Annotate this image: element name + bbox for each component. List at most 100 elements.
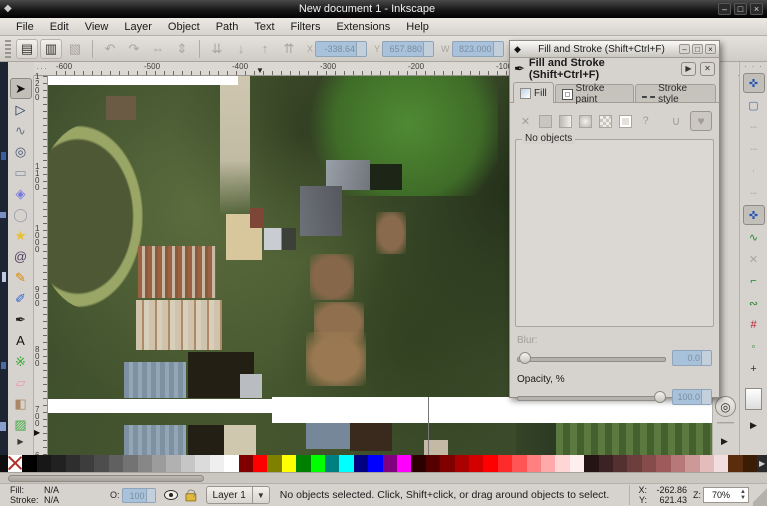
palette-swatch[interactable] [411, 455, 425, 472]
snap-centers-icon[interactable]: ◦ [743, 337, 765, 357]
rotate-ccw-button[interactable]: ↶ [99, 39, 121, 59]
dialog-minimize-button[interactable]: – [679, 44, 690, 54]
palette-swatch[interactable] [66, 455, 80, 472]
flat-color-button[interactable] [537, 113, 554, 130]
tab-fill[interactable]: Fill [513, 82, 554, 103]
palette-swatch[interactable] [599, 455, 613, 472]
blur-value-field[interactable]: 0.0 [672, 350, 712, 366]
opacity-value-field[interactable]: 100.0 [672, 389, 712, 405]
layer-dropdown[interactable]: Layer 1 ▼ [206, 486, 270, 504]
palette-swatch[interactable] [339, 455, 353, 472]
palette-swatch[interactable] [656, 455, 670, 472]
text-tool[interactable]: A [10, 330, 32, 351]
deselect-button[interactable]: ▧ [64, 39, 86, 59]
gradient-tool[interactable]: ▨ [10, 414, 32, 435]
x-field[interactable]: -338.64 [315, 41, 367, 57]
bezier-pen-tool[interactable]: ✐ [10, 288, 32, 309]
horizontal-scrollbar[interactable] [0, 472, 767, 483]
fill-rule-nonzero-button[interactable]: ♥ [690, 111, 712, 131]
palette-swatch[interactable] [700, 455, 714, 472]
snap-text-baseline-icon[interactable]: # [743, 315, 765, 335]
palette-swatch[interactable] [671, 455, 685, 472]
blur-slider[interactable] [517, 352, 666, 364]
close-button[interactable]: × [750, 3, 763, 15]
snap-cusp-nodes-icon[interactable]: ⌐ [743, 271, 765, 291]
palette-swatch[interactable] [210, 455, 224, 472]
star-tool[interactable]: ★ [10, 225, 32, 246]
rectangle-tool[interactable]: ▭ [10, 162, 32, 183]
menu-edit[interactable]: Edit [42, 20, 77, 34]
dialog-header-close-button[interactable]: ✕ [700, 62, 715, 76]
selector-tool[interactable]: ➤ [10, 78, 32, 99]
tab-stroke-style[interactable]: Stroke style [635, 84, 716, 102]
palette-scroll-arrow[interactable]: ▶ [757, 455, 767, 472]
zoom-level-field[interactable]: 70%▲▼ [703, 487, 749, 503]
snap-path-intersections-icon[interactable]: ✕ [743, 249, 765, 269]
dialog-title-bar[interactable]: ◆ Fill and Stroke (Shift+Ctrl+F) – □ × [510, 41, 719, 58]
sticky-zoom-button[interactable]: ◎ [715, 396, 736, 417]
palette-swatch[interactable] [354, 455, 368, 472]
palette-swatch[interactable] [80, 455, 94, 472]
dialog-menu-button[interactable]: ▶ [681, 62, 696, 76]
snapbar-grip[interactable]: · · · [744, 62, 763, 72]
snap-paths-icon[interactable]: ∿ [743, 227, 765, 247]
menu-layer[interactable]: Layer [116, 20, 160, 34]
menu-help[interactable]: Help [398, 20, 437, 34]
palette-swatch[interactable] [685, 455, 699, 472]
palette-swatch[interactable] [181, 455, 195, 472]
palette-swatch[interactable] [541, 455, 555, 472]
snapbar-scroll-thumb[interactable] [745, 388, 762, 410]
palette-swatch[interactable] [743, 455, 757, 472]
palette-swatch[interactable] [584, 455, 598, 472]
maximize-button[interactable]: □ [734, 3, 747, 15]
select-all-button[interactable]: ▤ [16, 39, 38, 59]
dialog-maximize-button[interactable]: □ [692, 44, 703, 54]
palette-swatch[interactable] [642, 455, 656, 472]
toolbox-overflow-arrow[interactable]: ▶ [17, 437, 23, 446]
node-editor-tool[interactable]: ▷ [10, 99, 32, 120]
palette-swatch[interactable] [311, 455, 325, 472]
palette-swatch[interactable] [555, 455, 569, 472]
snap-nodes-icon[interactable]: ✜ [743, 205, 765, 225]
palette-swatch[interactable] [498, 455, 512, 472]
unknown-paint-button[interactable]: ? [637, 113, 654, 130]
menu-file[interactable]: File [8, 20, 42, 34]
menu-filters[interactable]: Filters [283, 20, 329, 34]
palette-swatch[interactable] [469, 455, 483, 472]
palette-swatch[interactable] [627, 455, 641, 472]
lower-button[interactable]: ↓ [230, 39, 252, 59]
spray-tool[interactable]: ※ [10, 351, 32, 372]
palette-swatch[interactable] [123, 455, 137, 472]
palette-swatch[interactable] [267, 455, 281, 472]
window-resize-grip[interactable] [753, 484, 767, 506]
palette-swatch[interactable] [253, 455, 267, 472]
palette-swatch[interactable] [368, 455, 382, 472]
eraser-tool[interactable]: ▱ [10, 372, 32, 393]
paint-bucket-tool[interactable]: ◧ [10, 393, 32, 414]
palette-swatch[interactable] [325, 455, 339, 472]
box-3d-tool[interactable]: ◈ [10, 183, 32, 204]
palette-swatch[interactable] [728, 455, 742, 472]
menu-object[interactable]: Object [160, 20, 208, 34]
calligraphy-tool[interactable]: ✒ [10, 309, 32, 330]
linear-gradient-button[interactable] [557, 113, 574, 130]
palette-swatch[interactable] [613, 455, 627, 472]
palette-swatch-none[interactable] [8, 455, 22, 472]
menu-text[interactable]: Text [246, 20, 282, 34]
y-field[interactable]: 657.880 [382, 41, 434, 57]
snap-enable-icon[interactable]: ✜ [743, 73, 765, 93]
horizontal-scrollbar-thumb[interactable] [8, 475, 204, 482]
vertical-ruler[interactable]: ▶ 120011001000900800700600 [34, 76, 48, 455]
palette-swatch[interactable] [224, 455, 238, 472]
palette-swatch[interactable] [512, 455, 526, 472]
swatch-button[interactable] [617, 113, 634, 130]
palette-swatch[interactable] [239, 455, 253, 472]
snap-bbox-edges-icon[interactable]: ┄ [743, 117, 765, 137]
fill-stroke-indicator[interactable]: Fill: N/A Stroke: N/A [10, 485, 84, 505]
chevron-down-icon[interactable]: ▼ [252, 487, 269, 503]
menu-extensions[interactable]: Extensions [328, 20, 398, 34]
opacity-slider[interactable] [517, 391, 666, 403]
snap-bbox-corners-icon[interactable]: ┄ [743, 139, 765, 159]
title-bar[interactable]: ◆ New document 1 - Inkscape – □ × [0, 0, 767, 18]
ellipse-tool[interactable]: ◯ [10, 204, 32, 225]
